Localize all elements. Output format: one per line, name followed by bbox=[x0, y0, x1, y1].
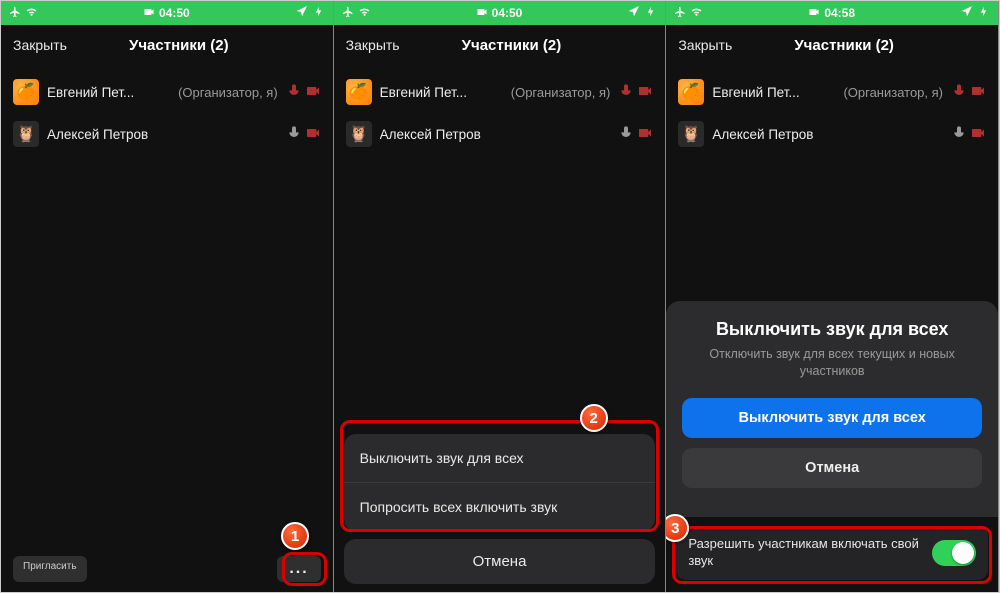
avatar: 🍊 bbox=[678, 79, 704, 105]
screen-2: 04:50 Закрыть Участники (2) 🍊 Евгений Пе… bbox=[334, 1, 667, 592]
participant-role: (Организатор, я) bbox=[843, 85, 943, 100]
participants-list: 🍊 Евгений Пет... (Организатор, я) 🦉 Алек… bbox=[334, 65, 666, 155]
camera-off-icon bbox=[637, 125, 653, 144]
participant-name: Алексей Петров bbox=[712, 127, 943, 142]
charging-icon bbox=[977, 5, 990, 21]
camera-icon bbox=[143, 6, 155, 21]
nav-bar: Закрыть Участники (2) bbox=[666, 25, 998, 65]
bottom-bar: Пригласить ... bbox=[1, 556, 333, 582]
modal-title: Выключить звук для всех bbox=[716, 319, 948, 340]
participant-status-icons bbox=[618, 125, 653, 144]
wifi-icon bbox=[25, 5, 38, 21]
mic-muted-icon bbox=[951, 83, 967, 102]
wifi-icon bbox=[690, 5, 703, 21]
mute-all-option[interactable]: Выключить звук для всех bbox=[344, 434, 656, 482]
camera-off-icon bbox=[305, 83, 321, 102]
modal-subtitle: Отключить звук для всех текущих и новых … bbox=[682, 346, 982, 380]
participant-name: Евгений Пет... bbox=[712, 85, 835, 100]
camera-icon bbox=[476, 6, 488, 21]
status-bar: 04:50 bbox=[1, 1, 333, 25]
toggle-label: Разрешить участникам включать свой звук bbox=[688, 536, 920, 570]
participant-row[interactable]: 🦉 Алексей Петров bbox=[666, 113, 998, 155]
screen-1: 04:50 Закрыть Участники (2) 🍊 Евгений Пе… bbox=[1, 1, 334, 592]
mic-muted-icon bbox=[618, 83, 634, 102]
mic-on-icon bbox=[286, 125, 302, 144]
confirm-mute-all-button[interactable]: Выключить звук для всех bbox=[682, 398, 982, 438]
cancel-button[interactable]: Отмена bbox=[344, 539, 656, 584]
participant-row[interactable]: 🦉 Алексей Петров bbox=[1, 113, 333, 155]
airplane-icon bbox=[674, 6, 686, 21]
participant-name: Алексей Петров bbox=[380, 127, 611, 142]
location-icon bbox=[960, 5, 973, 21]
nav-bar: Закрыть Участники (2) bbox=[334, 25, 666, 65]
avatar: 🍊 bbox=[13, 79, 39, 105]
camera-off-icon bbox=[305, 125, 321, 144]
participant-role: (Организатор, я) bbox=[511, 85, 611, 100]
mic-muted-icon bbox=[286, 83, 302, 102]
camera-off-icon bbox=[970, 125, 986, 144]
status-bar: 04:50 bbox=[334, 1, 666, 25]
action-sheet: Выключить звук для всех Попросить всех в… bbox=[344, 434, 656, 584]
more-button[interactable]: ... bbox=[277, 556, 320, 582]
participant-status-icons bbox=[286, 83, 321, 102]
avatar: 🦉 bbox=[346, 121, 372, 147]
camera-off-icon bbox=[970, 83, 986, 102]
status-time: 04:50 bbox=[159, 6, 190, 20]
avatar: 🍊 bbox=[346, 79, 372, 105]
camera-off-icon bbox=[637, 83, 653, 102]
cancel-button[interactable]: Отмена bbox=[682, 448, 982, 488]
participant-name: Алексей Петров bbox=[47, 127, 278, 142]
invite-button[interactable]: Пригласить bbox=[13, 556, 87, 582]
page-title: Участники (2) bbox=[702, 37, 986, 54]
step-badge-1: 1 bbox=[281, 522, 309, 550]
screen-3: 04:58 Закрыть Участники (2) 🍊 Евгений Пе… bbox=[666, 1, 999, 592]
participant-status-icons bbox=[951, 125, 986, 144]
camera-icon bbox=[808, 6, 820, 21]
charging-icon bbox=[312, 5, 325, 21]
avatar: 🦉 bbox=[13, 121, 39, 147]
participant-row[interactable]: 🦉 Алексей Петров bbox=[334, 113, 666, 155]
allow-unmute-toggle-row: Разрешить участникам включать свой звук bbox=[676, 526, 988, 580]
wifi-icon bbox=[358, 5, 371, 21]
allow-unmute-toggle[interactable] bbox=[932, 540, 976, 566]
participants-list: 🍊 Евгений Пет... (Организатор, я) 🦉 Алек… bbox=[666, 65, 998, 155]
participant-row[interactable]: 🍊 Евгений Пет... (Организатор, я) bbox=[334, 71, 666, 113]
airplane-icon bbox=[342, 6, 354, 21]
airplane-icon bbox=[9, 6, 21, 21]
participant-role: (Организатор, я) bbox=[178, 85, 278, 100]
nav-bar: Закрыть Участники (2) bbox=[1, 25, 333, 65]
participant-name: Евгений Пет... bbox=[380, 85, 503, 100]
step-badge-2: 2 bbox=[580, 404, 608, 432]
action-sheet-group: Выключить звук для всех Попросить всех в… bbox=[344, 434, 656, 531]
mic-on-icon bbox=[618, 125, 634, 144]
participant-status-icons bbox=[951, 83, 986, 102]
ask-unmute-option[interactable]: Попросить всех включить звук bbox=[344, 482, 656, 531]
participant-status-icons bbox=[618, 83, 653, 102]
mute-all-modal: Выключить звук для всех Отключить звук д… bbox=[666, 301, 998, 517]
participant-row[interactable]: 🍊 Евгений Пет... (Организатор, я) bbox=[666, 71, 998, 113]
page-title: Участники (2) bbox=[370, 37, 654, 54]
participant-name: Евгений Пет... bbox=[47, 85, 170, 100]
avatar: 🦉 bbox=[678, 121, 704, 147]
status-time: 04:58 bbox=[824, 6, 855, 20]
participant-row[interactable]: 🍊 Евгений Пет... (Организатор, я) bbox=[1, 71, 333, 113]
page-title: Участники (2) bbox=[37, 37, 321, 54]
charging-icon bbox=[644, 5, 657, 21]
participant-status-icons bbox=[286, 125, 321, 144]
participants-list: 🍊 Евгений Пет... (Организатор, я) 🦉 Алек… bbox=[1, 65, 333, 155]
status-time: 04:50 bbox=[492, 6, 523, 20]
status-bar: 04:58 bbox=[666, 1, 998, 25]
location-icon bbox=[295, 5, 308, 21]
mic-on-icon bbox=[951, 125, 967, 144]
location-icon bbox=[627, 5, 640, 21]
